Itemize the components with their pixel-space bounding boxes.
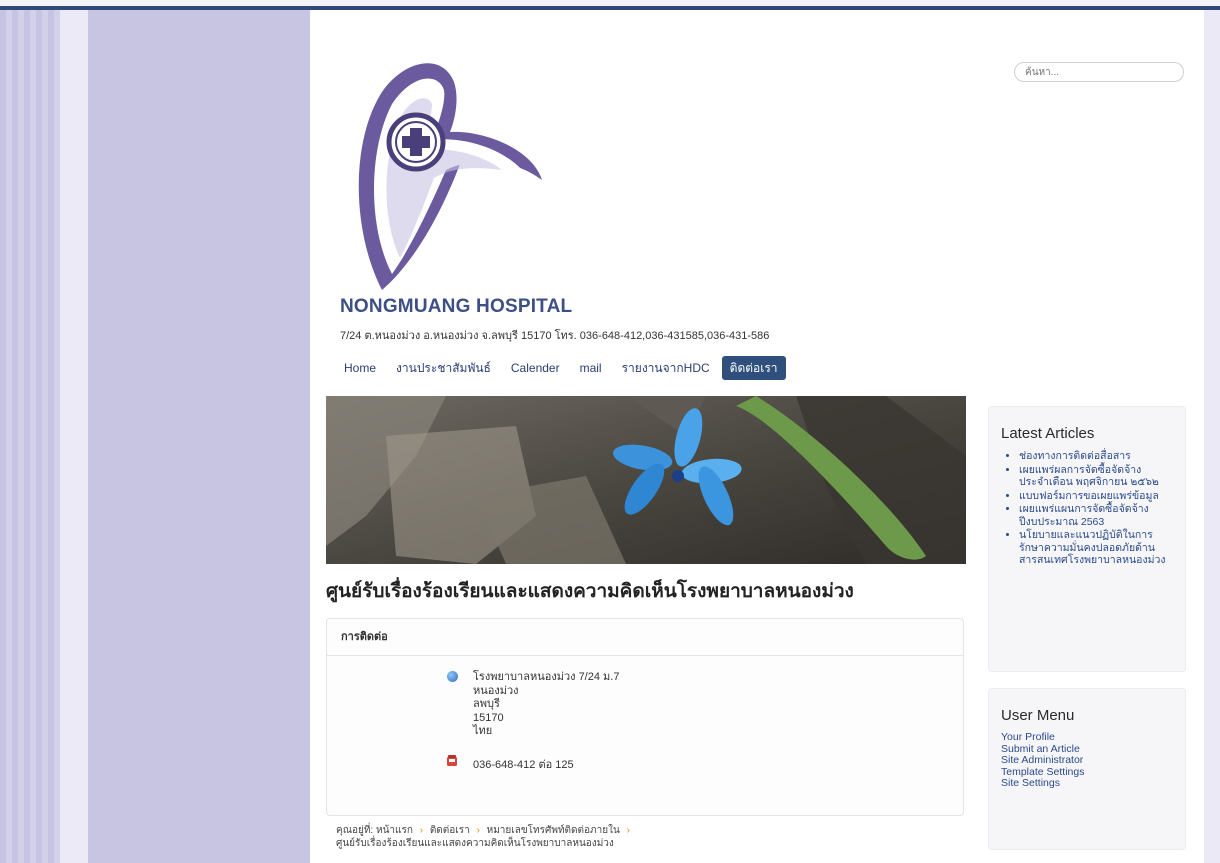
right-edge (1204, 10, 1220, 863)
background-stripe (0, 10, 60, 863)
user-menu-list: Your Profile Submit an Article Site Admi… (989, 731, 1185, 790)
breadcrumb-home[interactable]: หน้าแรก (376, 825, 413, 836)
contact-phone: 036-648-412 ต่อ 125 (473, 759, 574, 771)
breadcrumb-separator-icon: › (476, 825, 480, 836)
breadcrumb: คุณอยู่ที่: หน้าแรก › ติดต่อเรา › หมายเล… (336, 824, 756, 850)
hospital-logo (358, 63, 542, 290)
breadcrumb-current: ศูนย์รับเรื่องร้องเรียนและแสดงความคิดเห็… (336, 838, 614, 849)
article-link[interactable]: เผยแพร่ผลการจัดซื้อจัดจ้าง ประจำเดือน พฤ… (1019, 464, 1171, 489)
background-stripe-light (60, 10, 88, 863)
page: NONGMUANG HOSPITAL 7/24 ต.หนองม่วง อ.หนอ… (312, 34, 1204, 863)
site-title[interactable]: NONGMUANG HOSPITAL (340, 296, 572, 318)
breadcrumb-phone-numbers[interactable]: หมายเลขโทรศัพท์ติดต่อภายใน (487, 825, 620, 836)
breadcrumb-separator-icon: › (626, 825, 630, 836)
site-address: 7/24 ต.หนองม่วง อ.หนองม่วง จ.ลพบุรี 1517… (340, 330, 770, 342)
user-menu-site-administrator[interactable]: Site Administrator (1001, 754, 1173, 767)
search-input[interactable] (1014, 62, 1184, 82)
contact-country: ไทย (473, 725, 493, 737)
user-menu-site-settings[interactable]: Site Settings (1001, 777, 1173, 790)
nav-contact-us[interactable]: ติดต่อเรา (721, 356, 786, 380)
user-menu-module: User Menu Your Profile Submit an Article… (988, 688, 1186, 850)
latest-articles-module: Latest Articles ช่องทางการติดต่อสื่อสาร … (988, 406, 1186, 672)
nav-calendar[interactable]: Calender (503, 356, 568, 380)
contact-postcode: 15170 (473, 711, 504, 724)
contact-details: โรงพยาบาลหนองม่วง 7/24 ม.7 หนองม่วง ลพบุ… (447, 671, 620, 771)
contact-header: การติดต่อ (327, 619, 963, 656)
main-nav: Home งานประชาสัมพันธ์ Calender mail รายง… (336, 356, 786, 380)
contact-district: หนองม่วง (473, 684, 519, 697)
background-panel (88, 10, 310, 863)
latest-articles-title: Latest Articles (1001, 425, 1095, 442)
article-link[interactable]: แบบฟอร์มการขอเผยแพร่ข้อมูล (1019, 490, 1171, 503)
address-globe-icon (447, 671, 458, 682)
user-menu-your-profile[interactable]: Your Profile (1001, 731, 1173, 744)
article-link[interactable]: ช่องทางการติดต่อสื่อสาร (1019, 450, 1171, 463)
breadcrumb-prefix: คุณอยู่ที่: (336, 825, 374, 836)
latest-articles-list: ช่องทางการติดต่อสื่อสาร เผยแพร่ผลการจัดซ… (989, 450, 1185, 567)
page-heading: ศูนย์รับเรื่องร้องเรียนและแสดงความคิดเห็… (326, 581, 854, 602)
article-link[interactable]: เผยแพร่แผนการจัดซื้อจัดจ้าง ปีงบประมาณ 2… (1019, 503, 1171, 528)
nav-home[interactable]: Home (336, 356, 384, 380)
contact-name: โรงพยาบาลหนองม่วง 7/24 ม.7 (473, 671, 620, 683)
contact-province: ลพบุรี (473, 698, 500, 710)
nav-public-relations[interactable]: งานประชาสัมพันธ์ (388, 356, 499, 380)
banner-image (326, 396, 966, 564)
phone-icon (447, 755, 457, 766)
user-menu-title: User Menu (1001, 707, 1075, 724)
contact-panel: การติดต่อ โรงพยาบาลหนองม่วง 7/24 ม.7 หนอ… (326, 618, 964, 816)
article-link[interactable]: นโยบายและแนวปฏิบัติในการรักษาความมั่นคงป… (1019, 529, 1171, 567)
nav-hdc-report[interactable]: รายงานจากHDC (614, 356, 718, 380)
breadcrumb-contact[interactable]: ติดต่อเรา (430, 825, 470, 836)
nav-mail[interactable]: mail (572, 356, 610, 380)
breadcrumb-separator-icon: › (419, 825, 424, 836)
